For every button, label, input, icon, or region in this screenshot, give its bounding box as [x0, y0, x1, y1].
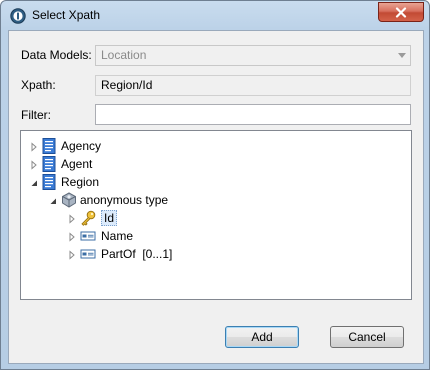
xpath-tree[interactable]: Agency Agent Region anonymous type Id Na…: [20, 130, 412, 300]
select-xpath-dialog: Select Xpath Data Models: Location Xpath…: [0, 0, 430, 370]
tree-item-label: Agency: [61, 139, 102, 153]
data-models-select[interactable]: Location: [95, 45, 411, 66]
filter-label: Filter:: [21, 108, 51, 122]
document-icon: [42, 156, 56, 172]
tree-item-agent[interactable]: Agent: [29, 155, 92, 173]
tree-item-label: Region: [61, 175, 100, 189]
tree-item-label: Name: [101, 229, 134, 243]
app-icon: [10, 8, 26, 24]
xpath-field[interactable]: Region/Id: [95, 75, 411, 96]
tree-item-label: Id: [101, 210, 118, 226]
expand-arrow-icon[interactable]: [67, 249, 77, 260]
tree-item-region[interactable]: Region: [29, 173, 99, 191]
expand-arrow-icon[interactable]: [67, 231, 77, 242]
tree-item-id[interactable]: Id: [67, 209, 118, 227]
xpath-value: Region/Id: [101, 78, 153, 92]
chevron-down-icon: [398, 53, 406, 58]
tree-item-label: anonymous type: [80, 193, 169, 207]
tree-item-anonymous-type[interactable]: anonymous type: [48, 191, 168, 209]
document-icon: [42, 174, 56, 190]
cancel-button[interactable]: Cancel: [330, 326, 404, 348]
close-icon: [395, 6, 407, 18]
tree-item-partof[interactable]: PartOf [0...1]: [67, 245, 172, 263]
add-button[interactable]: Add: [225, 326, 299, 348]
tree-item-agency[interactable]: Agency: [29, 137, 101, 155]
filter-input[interactable]: [95, 104, 411, 125]
window-title: Select Xpath: [32, 8, 101, 22]
key-icon: [80, 210, 96, 226]
complex-type-icon: [61, 192, 76, 208]
data-models-value: Location: [101, 48, 147, 62]
element-icon: [80, 228, 96, 244]
title-bar[interactable]: Select Xpath: [1, 1, 429, 29]
tree-item-label: Agent: [61, 157, 93, 171]
document-icon: [42, 138, 56, 154]
expand-arrow-icon[interactable]: [29, 141, 39, 152]
expand-arrow-icon[interactable]: [29, 159, 39, 170]
expand-arrow-icon[interactable]: [67, 213, 77, 224]
tree-item-label: PartOf [0...1]: [101, 247, 173, 261]
collapse-arrow-icon[interactable]: [29, 177, 39, 187]
data-models-label: Data Models:: [21, 48, 92, 62]
tree-item-name[interactable]: Name: [67, 227, 133, 245]
element-icon: [80, 246, 96, 262]
dialog-content: Data Models: Location Xpath: Region/Id F…: [8, 30, 424, 364]
xpath-label: Xpath:: [21, 78, 56, 92]
close-button[interactable]: [378, 2, 424, 22]
collapse-arrow-icon[interactable]: [48, 195, 58, 205]
